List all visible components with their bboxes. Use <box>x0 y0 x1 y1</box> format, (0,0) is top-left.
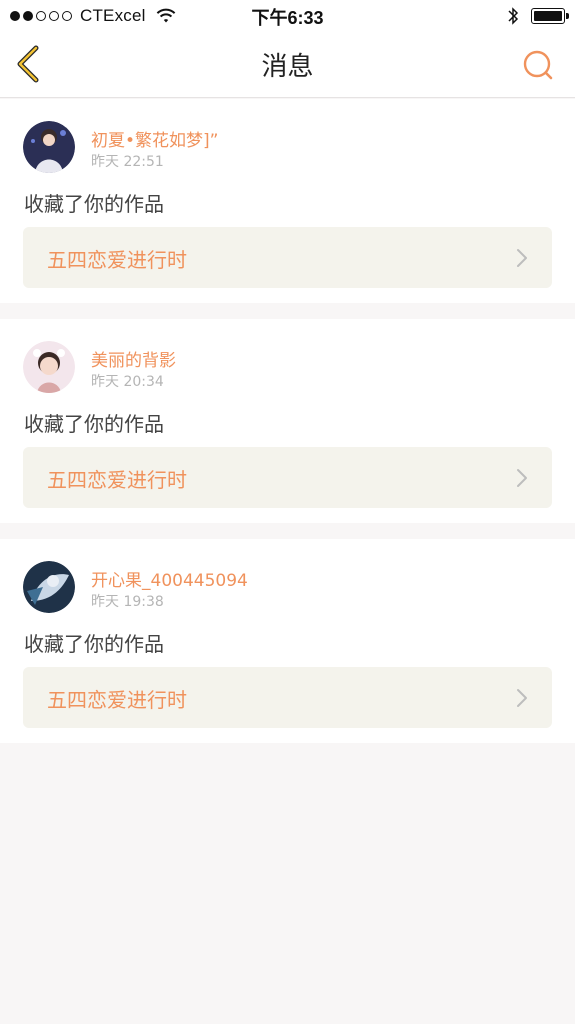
message-time: 昨天 22:51 <box>91 154 164 170</box>
username[interactable]: 初夏•繁花如梦]” <box>91 126 218 151</box>
work-title: 五四恋爱进行时 <box>47 688 187 712</box>
username[interactable]: 美丽的背影 <box>91 346 176 371</box>
message-card: 开心果_400445094 昨天 19:38 收藏了你的作品 五四恋爱进行时 <box>0 539 575 743</box>
status-time: 下午6:33 <box>251 8 324 28</box>
chevron-right-icon <box>517 689 527 707</box>
work-link[interactable]: 五四恋爱进行时 <box>23 447 552 508</box>
avatar[interactable] <box>23 121 75 173</box>
work-link[interactable]: 五四恋爱进行时 <box>23 227 552 288</box>
chevron-right-icon <box>517 469 527 487</box>
search-icon[interactable] <box>521 48 555 82</box>
username[interactable]: 开心果_400445094 <box>91 566 248 591</box>
avatar[interactable] <box>23 341 75 393</box>
message-text: 收藏了你的作品 <box>24 632 164 656</box>
message-text: 收藏了你的作品 <box>24 192 164 216</box>
page-title: 消息 <box>261 52 314 82</box>
message-text: 收藏了你的作品 <box>24 412 164 436</box>
work-link[interactable]: 五四恋爱进行时 <box>23 667 552 728</box>
message-card: 美丽的背影 昨天 20:34 收藏了你的作品 五四恋爱进行时 <box>0 319 575 523</box>
work-title: 五四恋爱进行时 <box>47 248 187 272</box>
status-bar: CTExcel 下午6:33 <box>0 0 575 32</box>
message-time: 昨天 20:34 <box>91 374 164 390</box>
avatar[interactable] <box>23 561 75 613</box>
message-card: 初夏•繁花如梦]” 昨天 22:51 收藏了你的作品 五四恋爱进行时 <box>0 99 575 303</box>
chevron-right-icon <box>517 249 527 267</box>
bluetooth-icon <box>508 7 519 25</box>
status-right <box>507 6 569 26</box>
message-time: 昨天 19:38 <box>91 594 164 610</box>
work-title: 五四恋爱进行时 <box>47 468 187 492</box>
screen: CTExcel 下午6:33 消息 初夏•繁花如梦]” 昨天 22:51 收藏了… <box>0 0 575 1024</box>
battery-icon <box>531 8 569 24</box>
nav-bar: 消息 <box>0 32 575 98</box>
